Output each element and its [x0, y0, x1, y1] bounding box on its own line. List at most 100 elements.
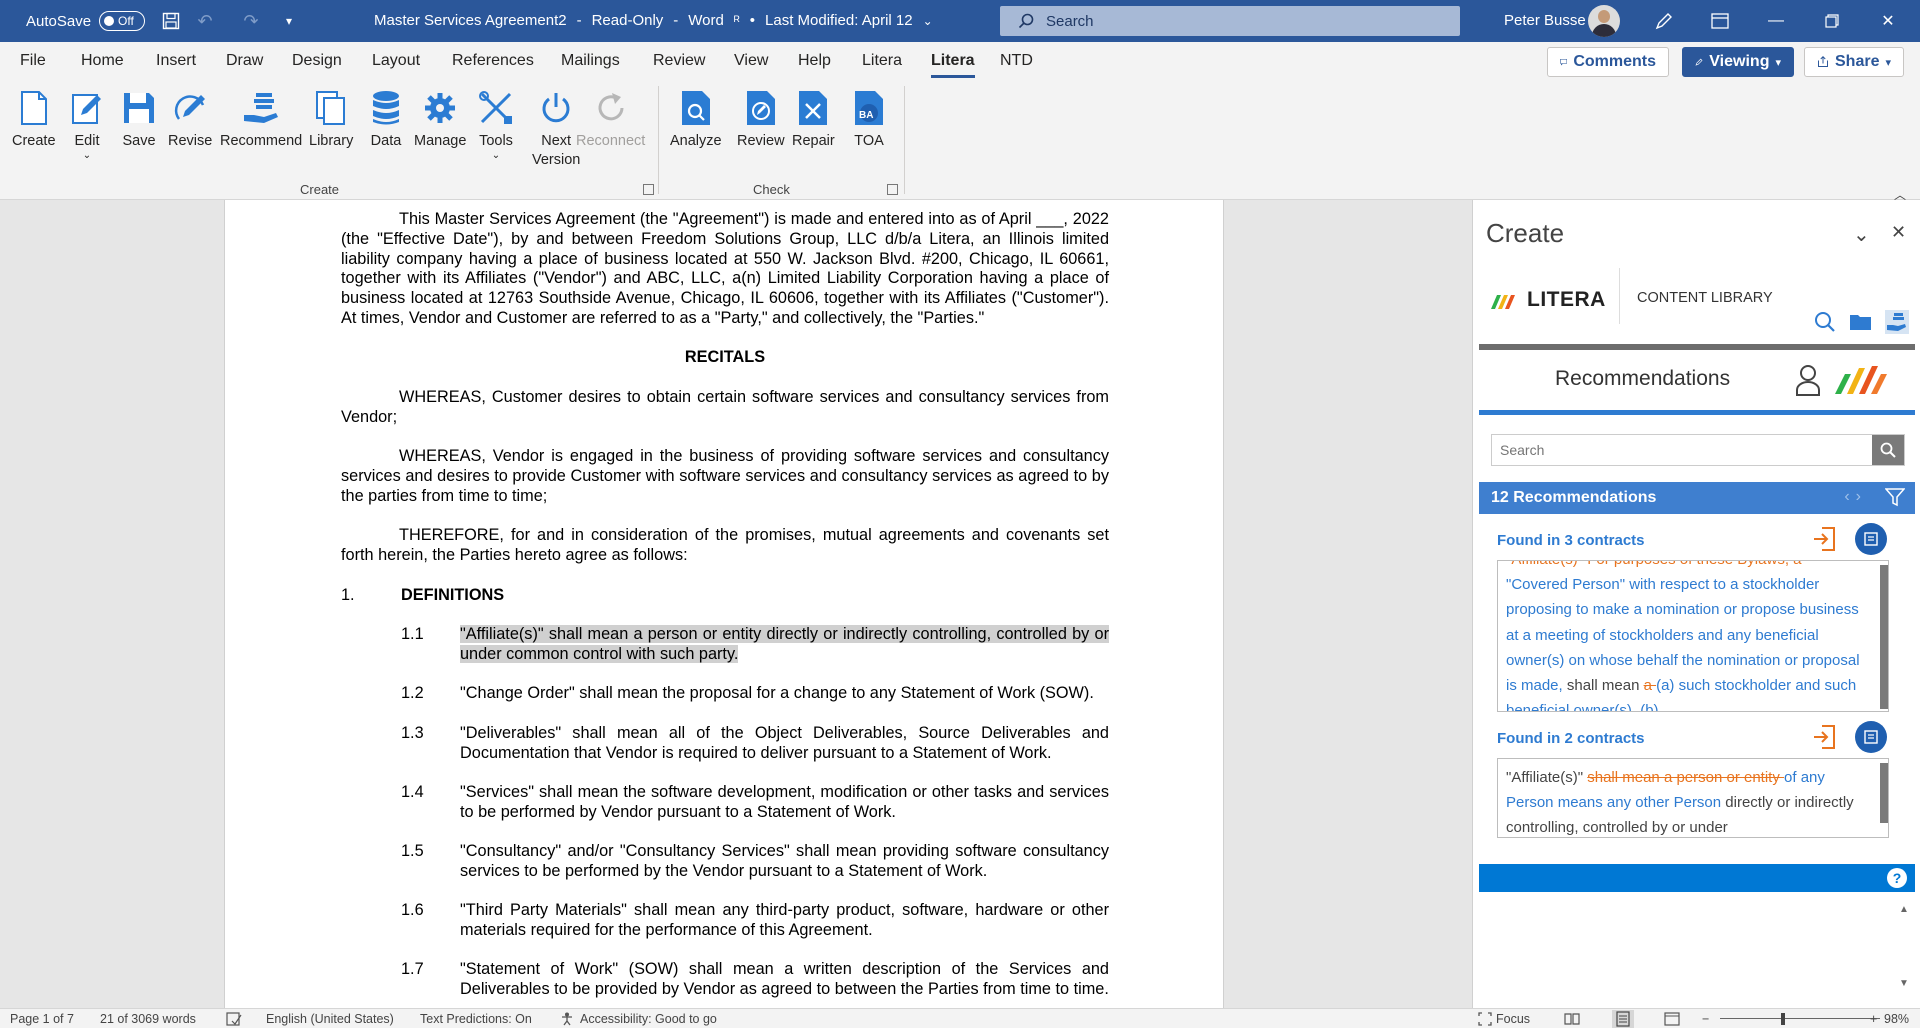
search-icon[interactable]: [1813, 310, 1837, 334]
content-library-link[interactable]: CONTENT LIBRARY: [1637, 290, 1773, 306]
close-icon[interactable]: ✕: [1860, 0, 1916, 42]
folder-icon[interactable]: [1849, 310, 1873, 334]
avatar[interactable]: [1588, 5, 1620, 37]
tab-ntd[interactable]: NTD: [1000, 52, 1033, 70]
tools-button[interactable]: Tools ⌄: [477, 88, 515, 161]
result-navigation[interactable]: ‹›: [1844, 488, 1867, 506]
next-version-button[interactable]: Next Version: [532, 88, 580, 170]
zoom-slider[interactable]: [1720, 1018, 1880, 1019]
toa-badge: BA: [859, 110, 874, 121]
library-button[interactable]: Library: [309, 88, 353, 151]
search-input[interactable]: [1492, 435, 1872, 465]
tab-help[interactable]: Help: [798, 52, 831, 70]
ribbon-display-icon[interactable]: [1692, 0, 1748, 42]
filter-icon[interactable]: [1884, 487, 1906, 512]
tab-litera[interactable]: Litera: [862, 52, 902, 70]
create-button[interactable]: Create: [12, 88, 56, 151]
text-predictions[interactable]: Text Predictions: On: [420, 1012, 532, 1026]
insert-clause-icon[interactable]: [1811, 724, 1837, 750]
recommend-hand-icon: [242, 88, 280, 128]
viewing-mode-button[interactable]: Viewing ▾: [1682, 47, 1794, 77]
repair-button[interactable]: Repair: [792, 88, 835, 151]
accessibility-status[interactable]: Accessibility: Good to go: [560, 1012, 717, 1026]
recommend-hand-icon[interactable]: [1885, 310, 1909, 334]
read-mode-icon[interactable]: [1564, 1012, 1580, 1026]
undo-icon[interactable]: ↶: [194, 11, 216, 31]
tab-draw[interactable]: Draw: [226, 52, 263, 70]
search-button[interactable]: [1872, 435, 1904, 465]
autosave-toggle[interactable]: Off: [99, 11, 146, 31]
language[interactable]: English (United States): [266, 1012, 394, 1026]
edit-button[interactable]: Edit ⌄: [68, 88, 106, 161]
pen-icon[interactable]: [1636, 0, 1692, 42]
tab-litera-active[interactable]: Litera: [931, 52, 975, 78]
tab-layout[interactable]: Layout: [372, 52, 420, 70]
recommendation-snippet[interactable]: "Affiliate(s)" For purposes of these Byl…: [1497, 560, 1889, 712]
toa-button[interactable]: BA TOA: [850, 88, 888, 151]
snippet-scrollbar[interactable]: [1880, 565, 1888, 709]
web-layout-icon[interactable]: [1664, 1012, 1680, 1026]
title-search-box[interactable]: Search: [1000, 6, 1460, 36]
print-layout-icon[interactable]: [1612, 1010, 1634, 1028]
customize-qat-icon[interactable]: ▾: [278, 11, 300, 31]
review-button[interactable]: Review: [737, 88, 785, 151]
tab-design[interactable]: Design: [292, 52, 342, 70]
page-count[interactable]: Page 1 of 7: [10, 1012, 74, 1026]
tab-references[interactable]: References: [452, 52, 534, 70]
minimize-icon[interactable]: —: [1748, 0, 1804, 42]
zoom-slider-thumb[interactable]: [1781, 1013, 1785, 1025]
litera-mark-icon[interactable]: [1835, 364, 1887, 399]
recommendation-snippet[interactable]: "Affiliate(s)" shall mean a person or en…: [1497, 758, 1889, 838]
recommend-button[interactable]: Recommend: [220, 88, 302, 151]
close-pane-icon[interactable]: ✕: [1891, 222, 1906, 243]
tab-view[interactable]: View: [734, 52, 768, 70]
tab-review[interactable]: Review: [653, 52, 705, 70]
found-count-label[interactable]: Found in 3 contracts: [1497, 532, 1645, 549]
zoom-level[interactable]: 98%: [1884, 1012, 1909, 1026]
reconnect-button[interactable]: Reconnect: [576, 88, 645, 151]
save-button[interactable]: Save: [120, 88, 158, 151]
pen-icon: [1695, 58, 1703, 66]
library-label: Library: [309, 133, 354, 149]
pane-options-chevron-icon[interactable]: ⌄: [1853, 222, 1870, 247]
autosave-label: AutoSave: [26, 12, 92, 30]
proofing-icon[interactable]: [226, 1012, 242, 1026]
focus-mode[interactable]: Focus: [1478, 1012, 1530, 1026]
zoom-out-button[interactable]: −: [1702, 1012, 1709, 1026]
found-count-label[interactable]: Found in 2 contracts: [1497, 730, 1645, 747]
dialog-launcher-icon[interactable]: [643, 184, 654, 195]
zoom-in-button[interactable]: +: [1870, 1012, 1877, 1026]
tab-home[interactable]: Home: [81, 52, 124, 70]
share-button[interactable]: Share ▾: [1804, 47, 1904, 77]
analyze-button[interactable]: Analyze: [670, 88, 722, 151]
dialog-launcher-icon[interactable]: [887, 184, 898, 195]
view-clause-icon[interactable]: [1855, 523, 1887, 555]
restore-icon[interactable]: [1804, 0, 1860, 42]
comments-button[interactable]: Comments: [1547, 47, 1669, 77]
scroll-down-icon[interactable]: ▼: [1899, 978, 1909, 989]
help-icon[interactable]: ?: [1887, 868, 1907, 888]
user-name[interactable]: Peter Busse: [1504, 12, 1586, 29]
therefore-paragraph: THEREFORE, for and in consideration of t…: [341, 526, 1109, 566]
scroll-up-icon[interactable]: ▲: [1899, 904, 1909, 915]
redo-icon[interactable]: ↷: [240, 11, 262, 31]
data-button[interactable]: Data: [367, 88, 405, 151]
save-icon[interactable]: [160, 11, 182, 31]
create-task-pane: Create ⌄ ✕ LITERA CONTENT LIBRARY Recomm…: [1472, 200, 1920, 1008]
snippet-scrollbar[interactable]: [1880, 763, 1888, 823]
document-page[interactable]: This Master Services Agreement (the "Agr…: [224, 200, 1224, 1008]
insert-clause-icon[interactable]: [1811, 526, 1837, 552]
title-bar: AutoSave Off ↶ ↷ ▾ Master Services Agree…: [0, 0, 1920, 42]
word-count[interactable]: 21 of 3069 words: [100, 1012, 196, 1026]
user-icon[interactable]: [1795, 364, 1821, 401]
tab-insert[interactable]: Insert: [156, 52, 196, 70]
document-title[interactable]: Master Services Agreement2 - Read-Only -…: [374, 12, 933, 29]
tab-mailings[interactable]: Mailings: [561, 52, 620, 70]
manage-button[interactable]: Manage: [414, 88, 466, 151]
tab-file[interactable]: File: [20, 52, 46, 70]
autosave-control[interactable]: AutoSave Off: [26, 11, 146, 31]
revise-button[interactable]: Revise: [168, 88, 212, 151]
whereas-paragraph-2: WHEREAS, Vendor is engaged in the busine…: [341, 447, 1109, 506]
view-clause-icon[interactable]: [1855, 721, 1887, 753]
recommendations-search[interactable]: [1491, 434, 1905, 466]
